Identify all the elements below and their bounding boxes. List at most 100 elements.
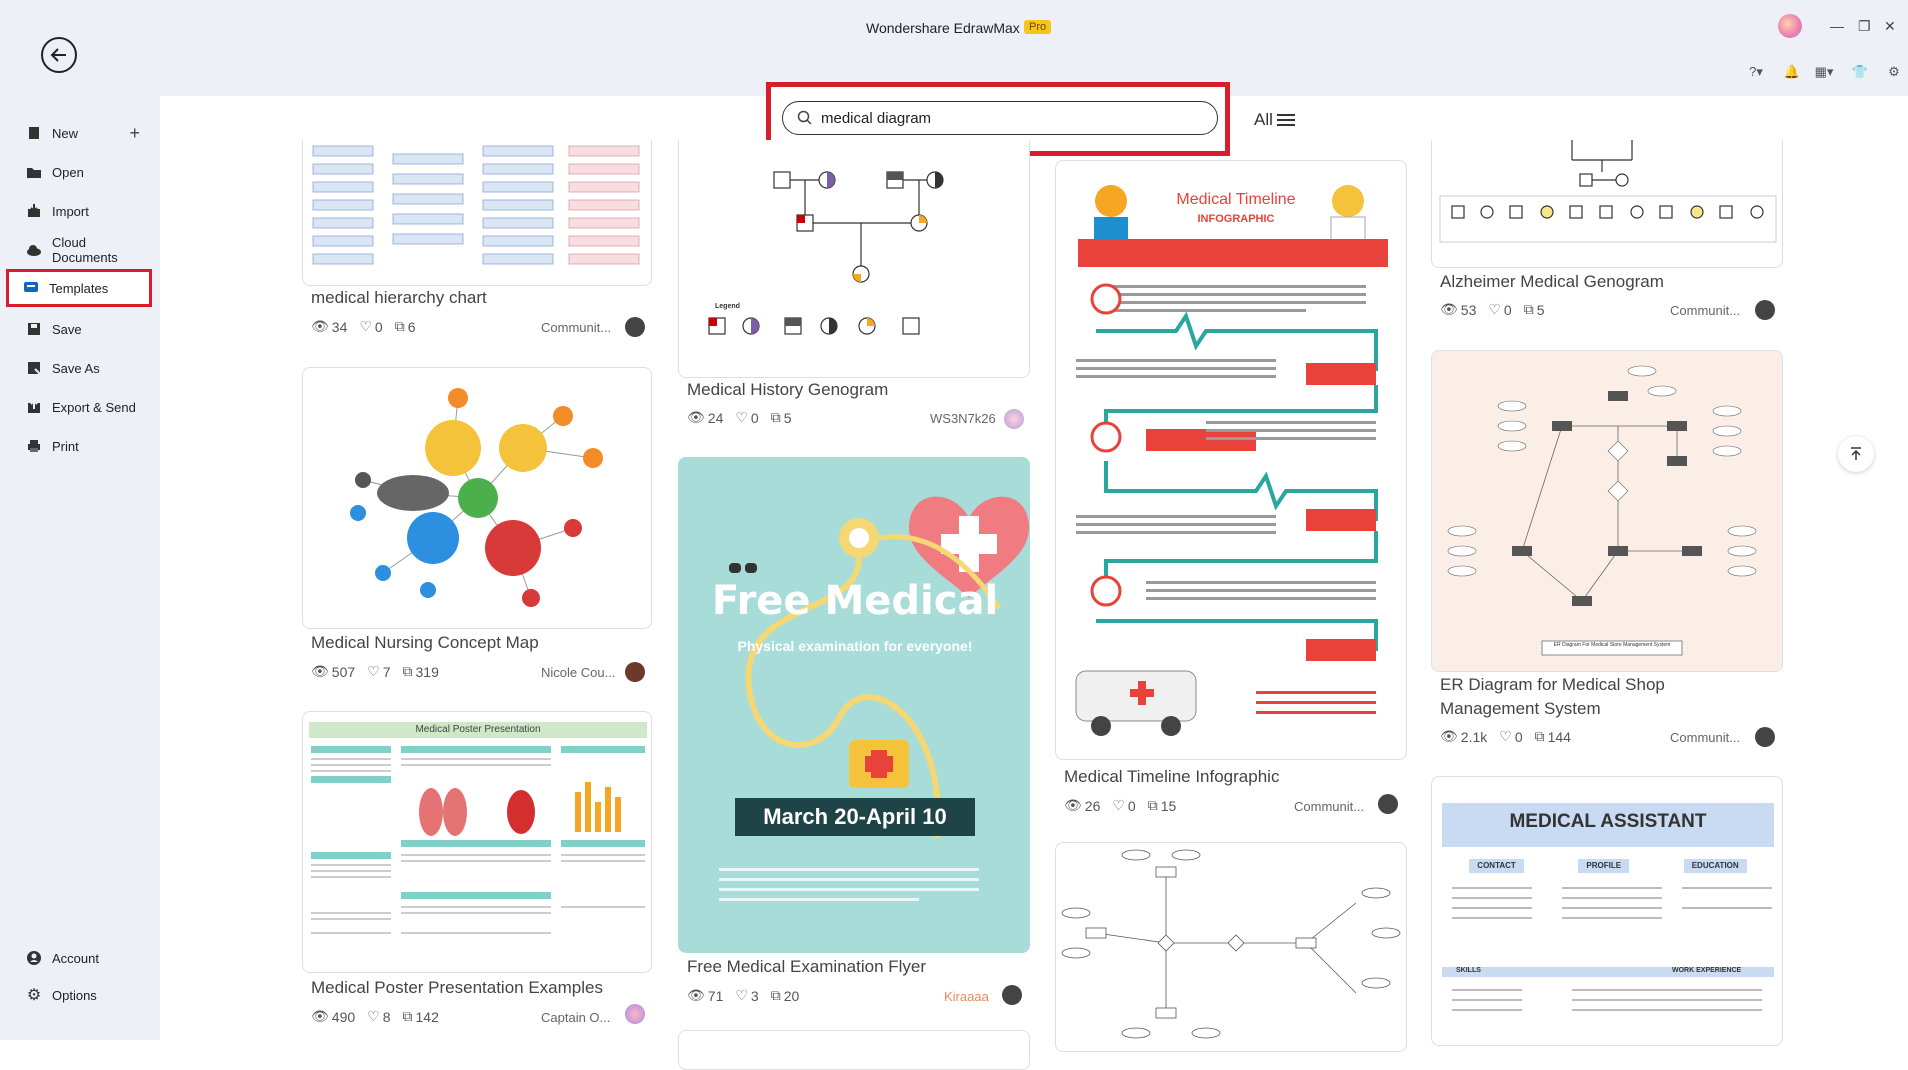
template-title[interactable]: Alzheimer Medical Genogram [1440, 272, 1664, 292]
sidebar-item-new[interactable]: New + [18, 118, 150, 148]
filter-label: All [1254, 110, 1273, 129]
template-author[interactable]: Captain O... [541, 1010, 610, 1025]
template-title[interactable]: Medical Poster Presentation Examples [311, 978, 603, 998]
export-icon [26, 399, 42, 415]
template-stats: 👁 71 ♡ 3 ⧉ 20 [687, 987, 799, 1004]
poster-preview [311, 746, 645, 934]
plus-icon[interactable]: + [129, 123, 140, 144]
resume-body-preview [1442, 887, 1774, 1011]
minimize-icon[interactable]: — [1830, 18, 1844, 34]
genogram-legend-label: Legend [715, 303, 740, 310]
template-thumbnail-genogram[interactable]: Legend [678, 140, 1030, 378]
likes-count: ♡ 0 [1488, 301, 1512, 318]
views-count: 👁 490 [311, 1008, 356, 1025]
likes-count: ♡ 3 [735, 987, 759, 1004]
author-avatar[interactable] [1755, 300, 1775, 320]
search-icon [797, 110, 812, 125]
template-thumbnail-er-medical-shop[interactable]: ER Diagram For Medical Store Management … [1431, 350, 1783, 672]
sidebar-item-label: Account [52, 950, 99, 966]
user-avatar[interactable] [1778, 14, 1802, 38]
sidebar-item-import[interactable]: Import [18, 196, 150, 226]
template-author[interactable]: WS3N7k26 [930, 411, 996, 426]
template-title[interactable]: Medical History Genogram [687, 380, 888, 400]
author-avatar[interactable] [1378, 794, 1398, 814]
scroll-to-top-button[interactable] [1838, 436, 1874, 472]
template-thumbnail-hierarchy[interactable] [302, 140, 652, 286]
back-button[interactable] [41, 37, 77, 73]
sidebar-item-account[interactable]: Account [18, 943, 150, 973]
author-avatar[interactable] [1755, 727, 1775, 747]
eye-icon: 👁 [687, 409, 705, 425]
template-author[interactable]: Communit... [1294, 799, 1364, 814]
template-stats: 👁 53 ♡ 0 ⧉ 5 [1440, 301, 1545, 318]
sidebar-item-open[interactable]: Open [18, 157, 150, 187]
eye-icon: 👁 [311, 1008, 329, 1024]
flyer-subtitle: Physical examination for everyone! [737, 638, 973, 654]
template-title[interactable]: medical hierarchy chart [311, 288, 487, 308]
sidebar-item-options[interactable]: ⚙ Options [18, 980, 150, 1010]
save-icon [26, 321, 42, 337]
template-thumbnail-medical-assistant[interactable]: MEDICAL ASSISTANT CONTACT PROFILE EDUCAT… [1431, 776, 1783, 1046]
template-thumbnail-concept-map[interactable] [302, 367, 652, 629]
template-title[interactable]: Medical Timeline Infographic [1064, 767, 1279, 787]
eye-icon: 👁 [311, 663, 329, 679]
settings-gear-icon[interactable]: ⚙ [1884, 64, 1904, 80]
search-input[interactable] [821, 108, 1201, 128]
search-box[interactable] [782, 101, 1218, 135]
template-title-line2[interactable]: Management System [1440, 699, 1601, 719]
template-thumbnail-flyer[interactable]: Free Medical Physical examination for ev… [678, 457, 1030, 953]
copy-icon: ⧉ [1523, 301, 1534, 317]
timeline-subtitle: INFOGRAPHIC [1197, 213, 1275, 225]
template-author[interactable]: Communit... [1670, 730, 1740, 745]
copies-count: ⧉ 144 [1534, 728, 1571, 745]
sidebar-item-label: Export & Send [52, 399, 136, 415]
template-author[interactable]: Kiraaaa [944, 989, 989, 1004]
template-thumbnail-timeline[interactable]: Medical Timeline INFOGRAPHIC [1055, 160, 1407, 760]
flyer-title: Free Medical [711, 578, 999, 624]
template-thumbnail-poster[interactable]: Medical Poster Presentation [302, 711, 652, 973]
sidebar-item-save[interactable]: Save [18, 314, 150, 344]
template-author[interactable]: Communit... [1670, 303, 1740, 318]
template-thumbnail-er-diagram[interactable] [1055, 842, 1407, 1052]
template-title[interactable]: Free Medical Examination Flyer [687, 957, 926, 977]
eye-icon: 👁 [1440, 301, 1458, 317]
template-stats: 👁 2.1k ♡ 0 ⧉ 144 [1440, 728, 1571, 745]
heart-icon: ♡ [359, 318, 372, 334]
template-title[interactable]: Medical Nursing Concept Map [311, 633, 539, 653]
sidebar-item-label: Templates [49, 280, 109, 296]
er-caption: ER Diagram For Medical Store Management … [1553, 642, 1671, 648]
author-avatar[interactable] [625, 1004, 645, 1024]
shirt-icon[interactable]: 👕 [1850, 64, 1870, 80]
sidebar-item-label: Cloud Documents [52, 235, 118, 265]
sidebar-item-save-as[interactable]: Save As [18, 353, 150, 383]
template-title[interactable]: ER Diagram for Medical Shop [1440, 675, 1665, 695]
sidebar-item-export-send[interactable]: Export & Send [18, 392, 150, 422]
author-avatar[interactable] [625, 662, 645, 682]
views-count: 👁 34 [311, 318, 348, 335]
pro-badge: Pro [1024, 20, 1052, 34]
views-count: 👁 53 [1440, 301, 1477, 318]
copies-count: ⧉ 6 [394, 318, 416, 335]
filter-all-dropdown[interactable]: All [1254, 110, 1295, 130]
close-icon[interactable]: ✕ [1884, 18, 1896, 35]
sidebar-item-print[interactable]: Print [18, 431, 150, 461]
template-thumbnail-partial[interactable] [678, 1030, 1030, 1070]
author-avatar[interactable] [625, 317, 645, 337]
bell-icon[interactable]: 🔔 [1782, 64, 1802, 80]
template-author[interactable]: Communit... [541, 320, 611, 335]
app-title: Wondershare EdrawMax [866, 20, 1020, 36]
sidebar-item-templates[interactable]: Templates [6, 269, 152, 307]
copies-count: ⧉ 20 [770, 987, 800, 1004]
sidebar-item-cloud-documents[interactable]: Cloud Documents [18, 235, 150, 265]
flyer-dates: March 20-April 10 [763, 804, 947, 829]
template-thumbnail-alzheimer[interactable] [1431, 140, 1783, 268]
restore-icon[interactable]: ❐ [1858, 18, 1871, 35]
alzheimer-genogram-preview [1439, 140, 1777, 243]
apps-grid-icon[interactable]: ▦▾ [1814, 64, 1834, 80]
sidebar-item-label: Open [52, 164, 84, 180]
author-avatar[interactable] [1004, 409, 1024, 429]
er-diagram-preview [1061, 849, 1401, 1039]
template-author[interactable]: Nicole Cou... [541, 665, 615, 680]
author-avatar[interactable] [1002, 985, 1022, 1005]
help-icon[interactable]: ?▾ [1746, 64, 1766, 80]
